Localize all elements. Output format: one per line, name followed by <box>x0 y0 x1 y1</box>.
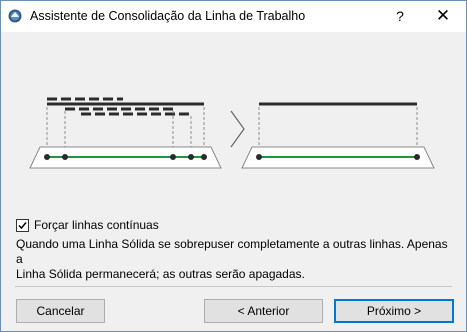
archicad-app-icon <box>8 9 22 23</box>
window-title: Assistente de Consolidação da Linha de T… <box>30 9 306 23</box>
checkmark-icon <box>18 221 27 229</box>
force-continuous-checkbox[interactable] <box>16 218 29 232</box>
force-continuous-label[interactable]: Forçar linhas contínuas <box>34 218 159 232</box>
close-button[interactable]: ✕ <box>431 6 455 26</box>
description-line-2: Linha Sólida permanecerá; as outras serã… <box>16 267 305 281</box>
after-lines <box>241 102 435 169</box>
divider <box>15 286 452 287</box>
title-bar: Assistente de Consolidação da Linha de T… <box>1 1 466 32</box>
back-button[interactable]: < Anterior <box>204 299 323 323</box>
before-lines <box>29 97 222 169</box>
cancel-button[interactable]: Cancelar <box>16 299 105 323</box>
consolidation-wizard-dialog: Assistente de Consolidação da Linha de T… <box>0 0 467 332</box>
help-button[interactable]: ? <box>388 6 412 26</box>
force-continuous-option[interactable]: Forçar linhas contínuas <box>16 217 159 233</box>
option-description: Quando uma Linha Sólida se sobrepuser co… <box>16 237 456 282</box>
next-button[interactable]: Próximo > <box>334 299 454 323</box>
consolidation-illustration <box>29 97 435 169</box>
chevron-right-icon <box>230 110 245 148</box>
description-line-1: Quando uma Linha Sólida se sobrepuser co… <box>16 237 448 266</box>
